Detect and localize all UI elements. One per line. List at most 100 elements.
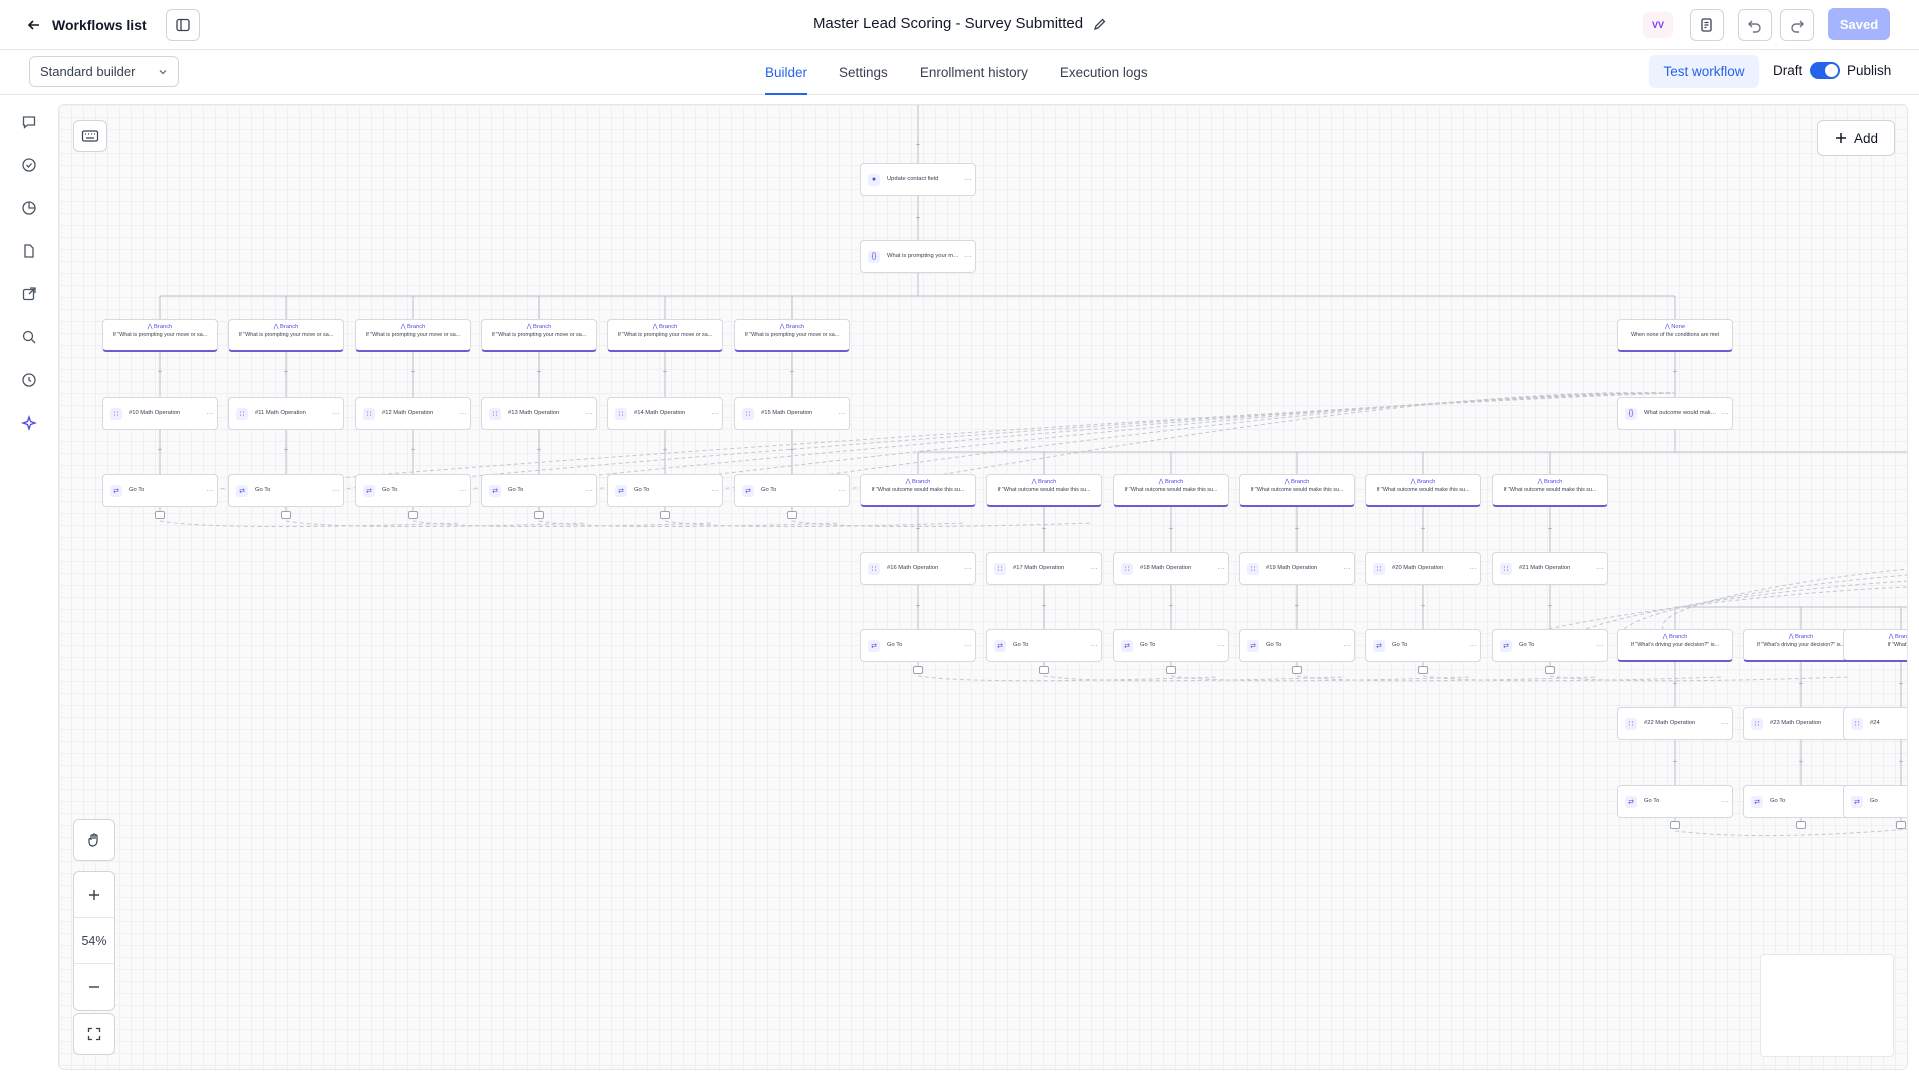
test-workflow-button[interactable]: Test workflow: [1649, 55, 1759, 88]
node-menu-icon[interactable]: ···: [1718, 409, 1732, 418]
math-operation-node[interactable]: ∷ #17 Math Operation ···: [986, 552, 1102, 585]
node-menu-icon[interactable]: ···: [961, 564, 975, 573]
goto-node[interactable]: ⇄ Go To ···: [102, 474, 218, 507]
goto-link-icon[interactable]: [787, 511, 797, 519]
node-menu-icon[interactable]: ···: [961, 641, 975, 650]
pan-tool-button[interactable]: [73, 819, 115, 861]
math-operation-node[interactable]: ∷ #23 Math Operation ···: [1743, 707, 1859, 740]
node-menu-icon[interactable]: ···: [1593, 564, 1607, 573]
goto-link-icon[interactable]: [408, 511, 418, 519]
node-menu-icon[interactable]: ···: [1466, 564, 1480, 573]
node-menu-icon[interactable]: ···: [582, 486, 596, 495]
add-node-button[interactable]: Add: [1817, 120, 1895, 156]
node-menu-icon[interactable]: ···: [961, 252, 975, 261]
goto-node[interactable]: ⇄ Go To ···: [1113, 629, 1229, 662]
math-operation-node[interactable]: ∷ #14 Math Operation ···: [607, 397, 723, 430]
workflow-canvas[interactable]: + + + + + + + + + + + + + + + + + + + + + + + + + + + + + + + + + ● Upda…: [58, 104, 1908, 1070]
node-menu-icon[interactable]: ···: [1087, 564, 1101, 573]
branch-node-outcome-1[interactable]: ⋀ Branch If "What outcome would make thi…: [860, 474, 976, 507]
builder-mode-select[interactable]: Standard builder: [29, 56, 179, 87]
node-menu-icon[interactable]: ···: [1214, 564, 1228, 573]
branch-node-none[interactable]: ⋀ None When none of the conditions are m…: [1617, 319, 1733, 352]
versions-button[interactable]: [1690, 9, 1724, 41]
undo-button[interactable]: [1738, 9, 1772, 41]
goto-link-icon[interactable]: [1166, 666, 1176, 674]
goto-node[interactable]: ⇄ Go To ···: [1365, 629, 1481, 662]
branch-node-outcome-4[interactable]: ⋀ Branch If "What outcome would make thi…: [1239, 474, 1355, 507]
goto-link-icon[interactable]: [1896, 821, 1906, 829]
goto-node[interactable]: ⇄ Go To ···: [734, 474, 850, 507]
math-operation-node[interactable]: ∷ #20 Math Operation ···: [1365, 552, 1481, 585]
goto-node[interactable]: ⇄ Go To ···: [607, 474, 723, 507]
goto-node[interactable]: ⇄ Go To ···: [1617, 785, 1733, 818]
fit-view-button[interactable]: [73, 1013, 115, 1055]
node-menu-icon[interactable]: ···: [203, 486, 217, 495]
update-contact-field-node[interactable]: ● Update contact field ···: [860, 163, 976, 196]
node-menu-icon[interactable]: ···: [1718, 719, 1732, 728]
goto-node[interactable]: ⇄ Go To ···: [1743, 785, 1859, 818]
math-operation-node[interactable]: ∷ #10 Math Operation ···: [102, 397, 218, 430]
node-menu-icon[interactable]: ···: [1340, 564, 1354, 573]
node-menu-icon[interactable]: ···: [708, 486, 722, 495]
goto-link-icon[interactable]: [1670, 821, 1680, 829]
branch-node-driving-1[interactable]: ⋀ Branch If "What's driving your decisio…: [1617, 629, 1733, 662]
branch-node-prompting-3[interactable]: ⋀ Branch If "What is prompting your move…: [355, 319, 471, 352]
rail-ai-assist[interactable]: [18, 412, 40, 434]
goto-link-icon[interactable]: [913, 666, 923, 674]
goto-node[interactable]: ⇄ Go ···: [1843, 785, 1907, 818]
math-operation-node[interactable]: ∷ #12 Math Operation ···: [355, 397, 471, 430]
math-operation-node[interactable]: ∷ #24 ···: [1843, 707, 1907, 740]
goto-node[interactable]: ⇄ Go To ···: [355, 474, 471, 507]
branch-node-prompting-6[interactable]: ⋀ Branch If "What is prompting your move…: [734, 319, 850, 352]
goto-link-icon[interactable]: [660, 511, 670, 519]
redo-button[interactable]: [1780, 9, 1814, 41]
branch-node-prompting-4[interactable]: ⋀ Branch If "What is prompting your move…: [481, 319, 597, 352]
publish-toggle[interactable]: [1810, 62, 1840, 79]
math-operation-node[interactable]: ∷ #18 Math Operation ···: [1113, 552, 1229, 585]
rail-stats[interactable]: [18, 197, 40, 219]
branch-node-driving-3[interactable]: ⋀ Branch If "What's c: [1843, 629, 1907, 662]
minimap[interactable]: [1760, 954, 1894, 1057]
goto-link-icon[interactable]: [155, 511, 165, 519]
goto-node[interactable]: ⇄ Go To ···: [860, 629, 976, 662]
node-menu-icon[interactable]: ···: [582, 409, 596, 418]
rail-external[interactable]: [18, 283, 40, 305]
goto-link-icon[interactable]: [1418, 666, 1428, 674]
node-menu-icon[interactable]: ···: [1718, 797, 1732, 806]
node-menu-icon[interactable]: ···: [708, 409, 722, 418]
branch-node-prompting-2[interactable]: ⋀ Branch If "What is prompting your move…: [228, 319, 344, 352]
node-menu-icon[interactable]: ···: [961, 175, 975, 184]
rail-files[interactable]: [18, 240, 40, 262]
goto-link-icon[interactable]: [1292, 666, 1302, 674]
goto-node[interactable]: ⇄ Go To ···: [986, 629, 1102, 662]
goto-node[interactable]: ⇄ Go To ···: [481, 474, 597, 507]
math-operation-node[interactable]: ∷ #11 Math Operation ···: [228, 397, 344, 430]
back-to-workflows-button[interactable]: Workflows list: [26, 12, 147, 38]
node-menu-icon[interactable]: ···: [203, 409, 217, 418]
branch-node-outcome-2[interactable]: ⋀ Branch If "What outcome would make thi…: [986, 474, 1102, 507]
zoom-in-button[interactable]: [74, 872, 114, 918]
node-menu-icon[interactable]: ···: [835, 409, 849, 418]
goto-node[interactable]: ⇄ Go To ···: [1492, 629, 1608, 662]
sidebar-toggle-button[interactable]: [166, 9, 200, 41]
pencil-icon[interactable]: [1093, 17, 1107, 31]
avatar[interactable]: VV: [1643, 12, 1673, 38]
goto-link-icon[interactable]: [1796, 821, 1806, 829]
node-menu-icon[interactable]: ···: [456, 486, 470, 495]
saved-button[interactable]: Saved: [1828, 8, 1890, 40]
rail-search[interactable]: [18, 326, 40, 348]
tab-execution-logs[interactable]: Execution logs: [1060, 50, 1148, 95]
node-menu-icon[interactable]: ···: [835, 486, 849, 495]
decision-node-prompting[interactable]: {} What is prompting your move or sale? …: [860, 240, 976, 273]
branch-node-prompting-5[interactable]: ⋀ Branch If "What is prompting your move…: [607, 319, 723, 352]
goto-link-icon[interactable]: [1545, 666, 1555, 674]
rail-comments[interactable]: [18, 111, 40, 133]
math-operation-node[interactable]: ∷ #13 Math Operation ···: [481, 397, 597, 430]
branch-node-outcome-5[interactable]: ⋀ Branch If "What outcome would make thi…: [1365, 474, 1481, 507]
goto-node[interactable]: ⇄ Go To ···: [1239, 629, 1355, 662]
keyboard-shortcuts-button[interactable]: [73, 120, 107, 152]
node-menu-icon[interactable]: ···: [329, 409, 343, 418]
rail-tasks[interactable]: [18, 154, 40, 176]
zoom-out-button[interactable]: [74, 964, 114, 1010]
branch-node-prompting-1[interactable]: ⋀ Branch If "What is prompting your move…: [102, 319, 218, 352]
